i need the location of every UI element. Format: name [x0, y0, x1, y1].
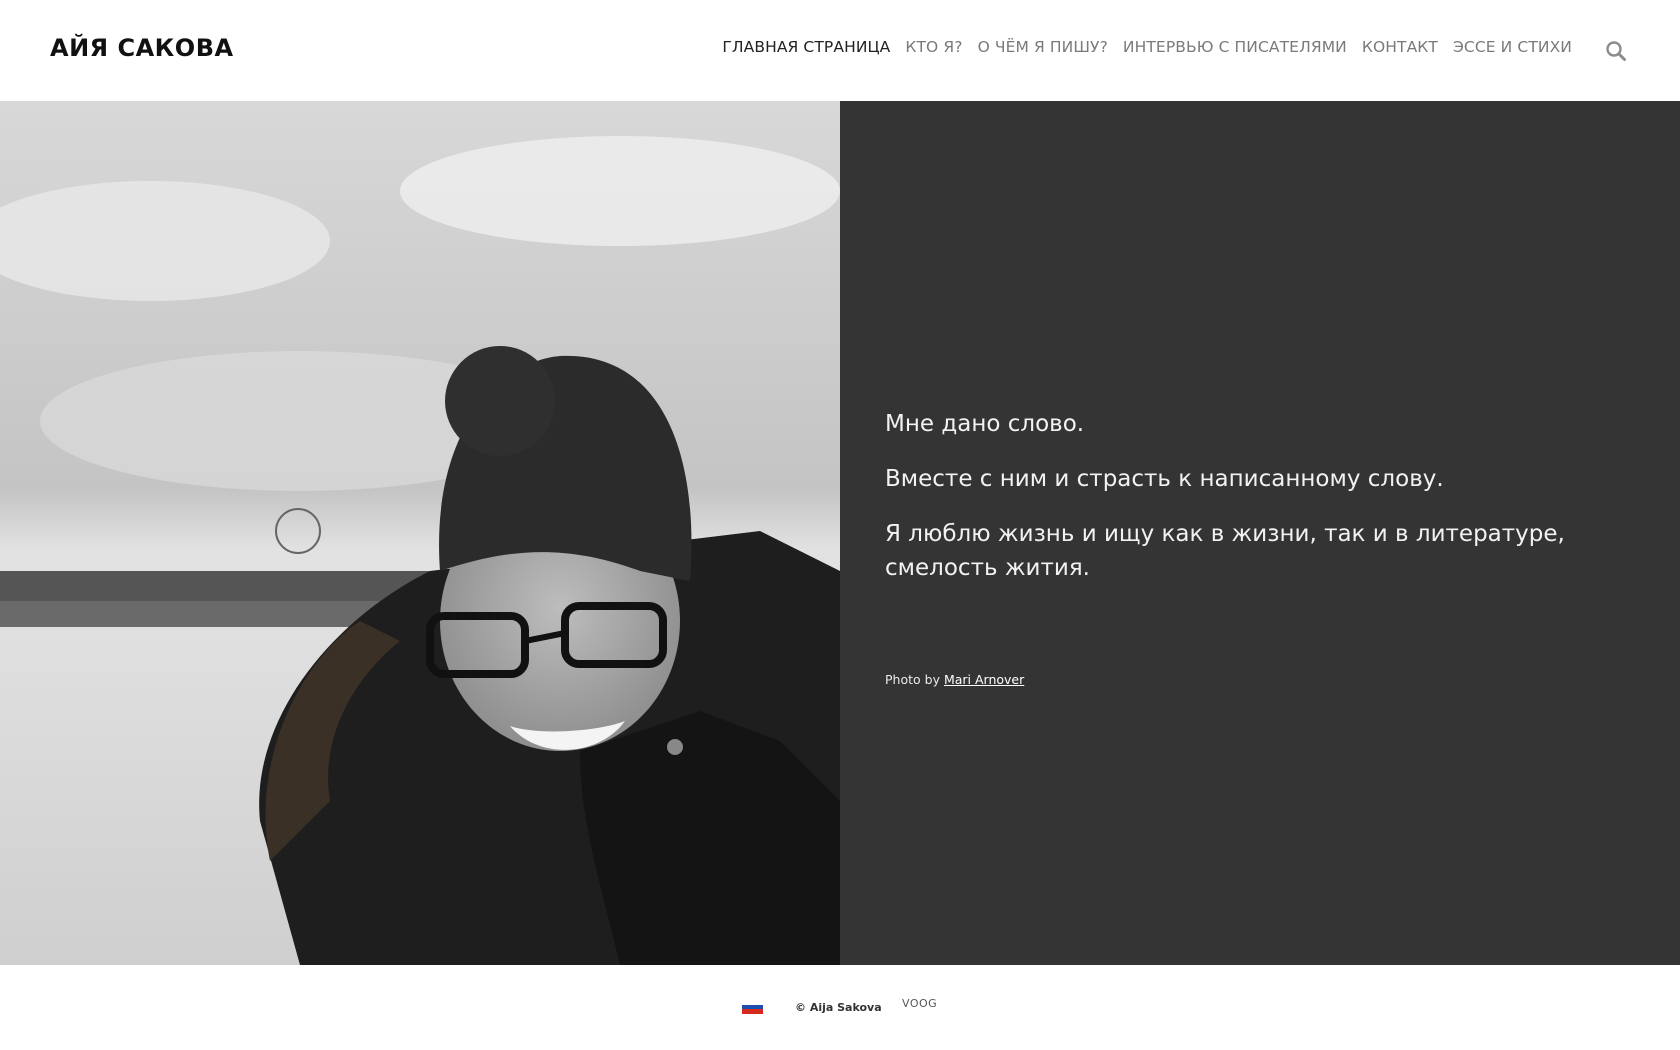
intro-paragraph-3: Я люблю жизнь и ищу как в жизни, так и в… — [885, 521, 1565, 581]
nav-item-home[interactable]: ГЛАВНАЯ СТРАНИЦА — [722, 38, 890, 56]
nav-item-about[interactable]: КТО Я? — [905, 38, 962, 56]
portrait-photo — [0, 101, 840, 965]
intro-paragraph-2: Вместе с ним и страсть к написанному сло… — [885, 466, 1444, 492]
nav-item-contact[interactable]: КОНТАКТ — [1362, 38, 1438, 56]
copyright-text: © Aija Sakova — [795, 1001, 882, 1014]
site-footer: © Aija Sakova VOOG — [0, 965, 1680, 1050]
intro-panel: Мне дано слово. Вместе с ним и страсть к… — [840, 101, 1680, 965]
voog-logo[interactable]: VOOG — [902, 997, 937, 1010]
intro-paragraph-1: Мне дано слово. — [885, 411, 1085, 437]
main-nav: ГЛАВНАЯ СТРАНИЦА КТО Я? О ЧЁМ Я ПИШУ? ИН… — [722, 38, 1572, 56]
russian-flag-icon[interactable] — [742, 1000, 763, 1015]
intro-text: Мне дано слово. Вместе с ним и страсть к… — [885, 407, 1605, 606]
nav-item-essays[interactable]: ЭССЕ И СТИХИ — [1453, 38, 1572, 56]
nav-item-interviews[interactable]: ИНТЕРВЬЮ С ПИСАТЕЛЯМИ — [1123, 38, 1347, 56]
photo-credit: Photo by Mari Arnover — [885, 672, 1024, 687]
photo-credit-prefix: Photo by — [885, 672, 940, 687]
nav-item-topics[interactable]: О ЧЁМ Я ПИШУ? — [978, 38, 1108, 56]
search-icon[interactable] — [1605, 40, 1627, 62]
photo-credit-link[interactable]: Mari Arnover — [944, 672, 1024, 687]
site-header: АЙЯ САКОВА ГЛАВНАЯ СТРАНИЦА КТО Я? О ЧЁМ… — [0, 0, 1680, 101]
site-logo[interactable]: АЙЯ САКОВА — [50, 34, 234, 62]
